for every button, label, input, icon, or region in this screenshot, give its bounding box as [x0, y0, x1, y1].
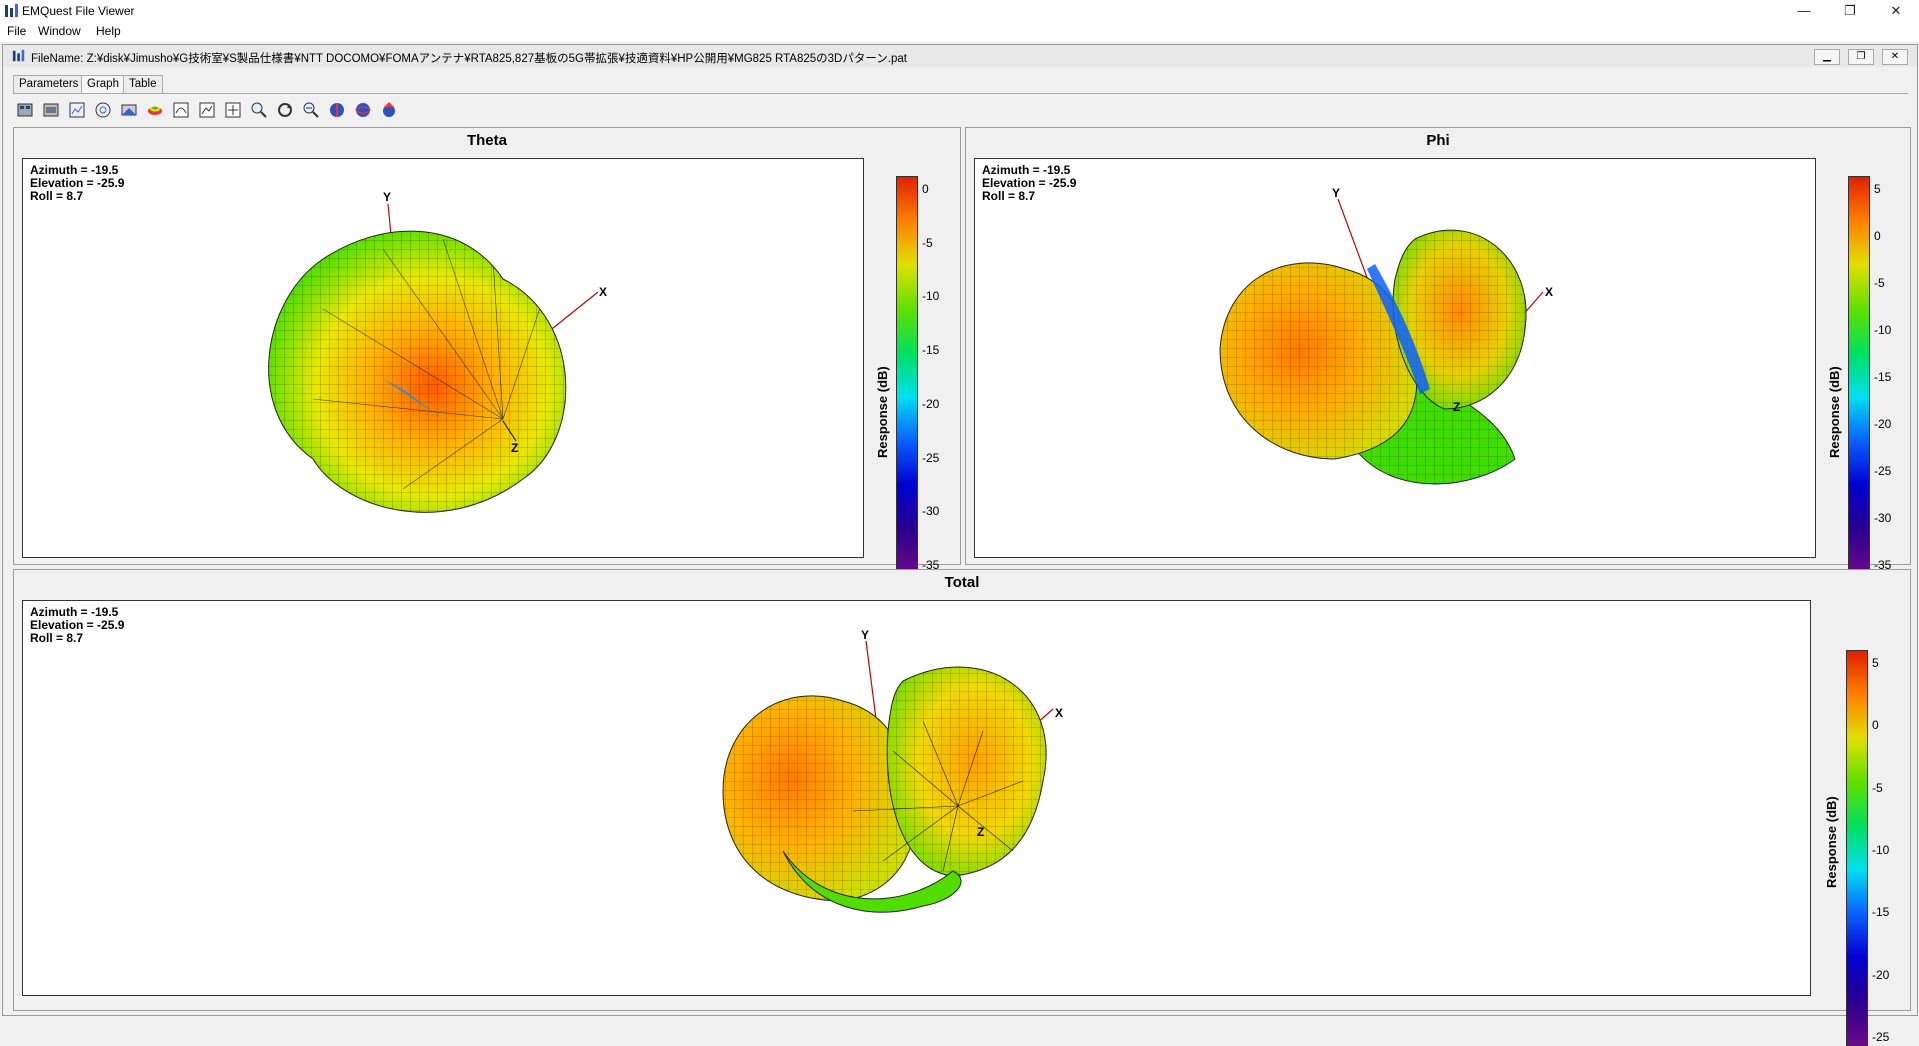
- colorbar-tick-label: -25: [922, 450, 940, 465]
- phi-z-axis-label: Z: [1453, 400, 1460, 414]
- filename-label: FileName:: [31, 53, 84, 65]
- phi-colorbar: [1848, 176, 1870, 574]
- theta-colorbar-label: Response (dB): [875, 366, 890, 458]
- print-icon[interactable]: [41, 100, 61, 120]
- restore-button[interactable]: ❐: [1827, 0, 1873, 22]
- document-title: FileName: Z:¥disk¥Jimusho¥G技術室¥S製品仕様書¥NT…: [31, 50, 907, 66]
- colorbar-tick-label: -30: [1874, 511, 1892, 525]
- colorbar-tick-label: -20: [1874, 417, 1892, 431]
- rotate-icon[interactable]: [275, 100, 295, 120]
- colorbar-tick-label: -10: [922, 289, 940, 304]
- colorbar-tick-label: 0: [922, 182, 929, 196]
- filename-path: Z:¥disk¥Jimusho¥G技術室¥S製品仕様書¥NTT DOCOMO¥F…: [86, 53, 907, 65]
- phi-y-axis-label: Y: [1332, 186, 1340, 200]
- polar-icon[interactable]: [93, 100, 113, 120]
- menu-bar: File Window Help: [0, 22, 1919, 42]
- total-z-axis-label: Z: [977, 825, 984, 839]
- theta-plot[interactable]: Azimuth = -19.5 Elevation = -25.9 Roll =…: [22, 158, 864, 558]
- menu-help[interactable]: Help: [92, 24, 125, 38]
- theta-z-axis-label: Z: [511, 441, 518, 455]
- colorbar-tick-label: -30: [922, 504, 940, 519]
- colorbar-tick-label: 0: [1872, 718, 1879, 733]
- tab-graph[interactable]: Graph: [81, 75, 125, 93]
- total-title: Total: [944, 574, 980, 591]
- theta-x-axis-label: X: [599, 285, 607, 299]
- sphere-1-icon[interactable]: [327, 100, 347, 120]
- sphere-2-icon[interactable]: [353, 100, 373, 120]
- phi-plot[interactable]: Azimuth = -19.5 Elevation = -25.9 Roll =…: [974, 158, 1816, 558]
- total-plot[interactable]: Azimuth = -19.5 Elevation = -25.9 Roll =…: [22, 600, 1811, 996]
- colorbar-tick-label: 0: [1874, 229, 1881, 243]
- colorbar-tick-label: -10: [1874, 323, 1892, 337]
- phi-3d-pattern: Y X Z: [1219, 186, 1553, 485]
- graph-icon[interactable]: [171, 100, 191, 120]
- phi-title: Phi: [1426, 132, 1450, 149]
- sphere-3-icon[interactable]: [379, 100, 399, 120]
- doc-close-button[interactable]: ✕: [1882, 49, 1908, 65]
- graph-edit-icon[interactable]: [197, 100, 217, 120]
- tab-parameters[interactable]: Parameters: [13, 75, 85, 93]
- menu-window[interactable]: Window: [34, 24, 85, 38]
- total-colorbar: [1846, 650, 1868, 1046]
- document-icon: [12, 49, 25, 62]
- colorbar-tick-label: -5: [1874, 276, 1885, 290]
- colorbar-tick-label: -5: [1872, 780, 1883, 795]
- total-y-axis-label: Y: [861, 628, 869, 642]
- total-3d-pattern: Y X Z: [722, 628, 1063, 913]
- theta-colorbar: [896, 176, 918, 574]
- minimize-button[interactable]: —: [1781, 0, 1827, 22]
- phi-colorbar-label: Response (dB): [1827, 366, 1842, 458]
- doc-minimize-button[interactable]: ▁: [1814, 49, 1840, 65]
- surface-icon[interactable]: [145, 100, 165, 120]
- theta-y-axis-label: Y: [383, 190, 391, 204]
- theta-title: Theta: [466, 132, 507, 149]
- colorbar-tick-label: -25: [1874, 464, 1892, 478]
- data-icon[interactable]: [119, 100, 139, 120]
- colorbar-tick-label: 5: [1874, 182, 1881, 196]
- colorbar-tick-label: -10: [1872, 843, 1890, 857]
- close-button[interactable]: ✕: [1873, 0, 1919, 22]
- open-icon[interactable]: [15, 100, 35, 120]
- colorbar-tick-label: -5: [922, 235, 933, 250]
- colorbar-tick-label: -25: [1872, 1030, 1890, 1044]
- app-icon: [5, 4, 18, 17]
- colorbar-tick-label: -15: [1874, 370, 1892, 384]
- theta-3d-pattern: Y X Z: [268, 190, 607, 513]
- phi-x-axis-label: X: [1545, 285, 1553, 299]
- colorbar-tick-label: 5: [1872, 656, 1879, 670]
- colorbar-tick-label: -20: [1872, 967, 1890, 982]
- total-x-axis-label: X: [1055, 706, 1063, 720]
- theta-panel: Theta Azimuth = -19.5 Elevation = -25.9 …: [13, 127, 961, 574]
- app-titlebar: EMQuest File Viewer — ❐ ✕: [0, 0, 1919, 22]
- total-panel: Total Azimuth = -19.5 Elevation = -25.9 …: [13, 569, 1911, 1046]
- document-titlebar: FileName: Z:¥disk¥Jimusho¥G技術室¥S製品仕様書¥NT…: [3, 45, 1917, 67]
- colorbar-tick-label: -15: [922, 343, 940, 358]
- document-window: FileName: Z:¥disk¥Jimusho¥G技術室¥S製品仕様書¥NT…: [2, 44, 1918, 1046]
- tab-table[interactable]: Table: [123, 75, 163, 93]
- app-title: EMQuest File Viewer: [22, 4, 135, 18]
- zoom-out-icon[interactable]: [301, 100, 321, 120]
- menu-file[interactable]: File: [3, 24, 30, 38]
- total-colorbar-label: Response (dB): [1824, 796, 1839, 888]
- colorbar-tick-label: -15: [1872, 905, 1890, 920]
- phi-panel: Phi Azimuth = -19.5 Elevation = -25.9 Ro…: [965, 127, 1911, 574]
- zoom-icon[interactable]: [249, 100, 269, 120]
- tab-divider: [13, 93, 1908, 94]
- chart-icon[interactable]: [67, 100, 87, 120]
- graph-copy-icon[interactable]: [223, 100, 243, 120]
- doc-restore-button[interactable]: ❐: [1848, 49, 1874, 65]
- colorbar-tick-label: -20: [922, 396, 940, 411]
